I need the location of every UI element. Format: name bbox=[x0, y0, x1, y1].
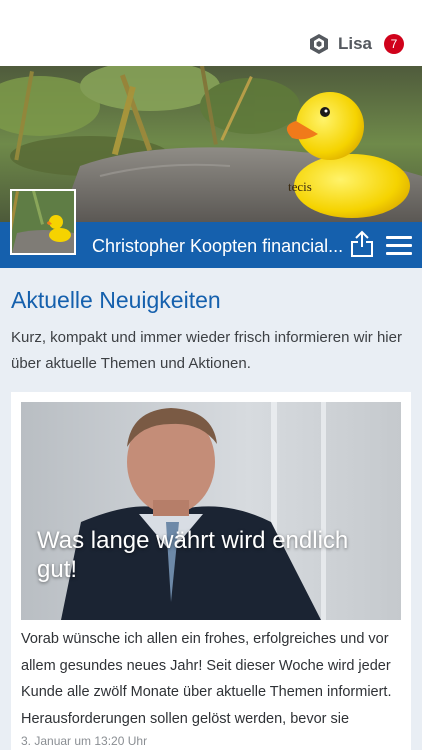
article-image[interactable] bbox=[21, 402, 401, 620]
article-headline: Was lange währt wird endlich gut! bbox=[37, 527, 349, 583]
user-name: Lisa bbox=[337, 34, 372, 53]
company-name: Christopher Koopten financial... bbox=[92, 236, 344, 256]
section-description: Kurz, kompakt und immer wieder frisch in… bbox=[11, 329, 402, 372]
hero-brand-text: tecis bbox=[288, 179, 312, 194]
hamburger-menu-icon[interactable] bbox=[386, 236, 412, 256]
hexagon-profile-icon bbox=[309, 34, 328, 54]
profile-thumbnail[interactable] bbox=[10, 189, 76, 255]
share-icon[interactable] bbox=[350, 230, 374, 258]
section-title: Aktuelle Neuigkeiten bbox=[11, 287, 221, 313]
notification-badge[interactable]: 7 bbox=[384, 34, 404, 54]
top-bar: Lisa 7 bbox=[0, 0, 422, 66]
article-excerpt: Vorab wünsche ich allen ein frohes, erfo… bbox=[21, 631, 392, 727]
article-date: 3. Januar um 13:20 Uhr bbox=[21, 734, 148, 748]
article-card[interactable]: Was lange währt wird endlich gut! Vorab … bbox=[11, 392, 411, 750]
user-menu[interactable]: Lisa 7 bbox=[308, 33, 404, 55]
